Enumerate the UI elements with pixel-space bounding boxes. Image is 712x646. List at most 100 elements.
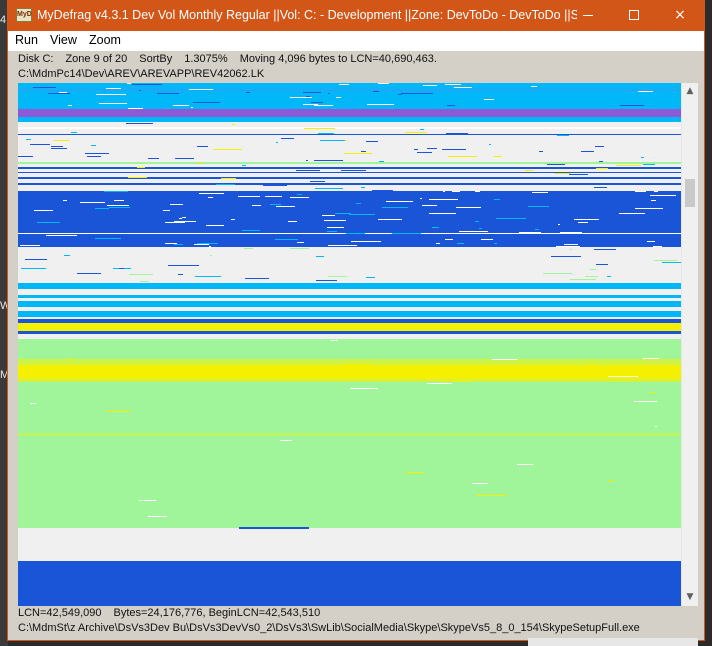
cluster-speckle: [481, 239, 493, 240]
cluster-speckle: [429, 213, 456, 214]
cluster-speckle: [276, 206, 295, 207]
cluster-speckle: [452, 191, 460, 192]
cluster-speckle: [242, 165, 246, 166]
cluster-speckle: [314, 105, 333, 106]
cluster-speckle: [634, 401, 657, 402]
cluster-speckle: [106, 88, 121, 89]
cluster-speckle: [457, 243, 464, 244]
cluster-speckle: [174, 221, 196, 222]
cluster-speckle: [335, 213, 351, 214]
cluster-speckle: [417, 152, 432, 153]
cluster-speckle: [653, 246, 662, 247]
cluster-speckle: [20, 245, 40, 246]
cluster-speckle: [361, 187, 365, 188]
cluster-speckle: [405, 472, 424, 473]
cluster-speckle: [479, 228, 482, 229]
cluster-speckle: [25, 259, 47, 260]
cluster-speckle: [193, 102, 220, 103]
cluster-speckle: [77, 273, 101, 274]
cluster-speckle: [558, 224, 560, 225]
cluster-speckle: [350, 388, 378, 389]
scroll-up-icon[interactable]: ▲: [682, 83, 698, 100]
minimize-button[interactable]: [565, 0, 611, 31]
disk-cluster-map[interactable]: [18, 83, 681, 606]
cluster-speckle: [288, 221, 297, 222]
vertical-scrollbar[interactable]: ▲ ▼: [681, 83, 698, 606]
cluster-speckle: [420, 198, 422, 199]
cluster-speckle: [494, 156, 502, 157]
desktop-glimpse-text: W: [0, 300, 8, 312]
cluster-speckle: [409, 93, 433, 94]
cluster-speckle: [560, 232, 582, 233]
cluster-speckle: [170, 204, 183, 205]
cluster-speckle: [64, 255, 70, 256]
cluster-speckle: [535, 229, 539, 230]
cluster-speckle: [165, 243, 177, 244]
cluster-speckle: [85, 153, 109, 154]
cluster-speckle: [446, 133, 468, 134]
close-button[interactable]: ×: [657, 0, 703, 31]
cluster-band: [18, 177, 681, 179]
cluster-speckle: [645, 177, 674, 178]
cluster-speckle: [596, 168, 608, 169]
cluster-speckle: [594, 249, 616, 250]
cluster-speckle: [127, 83, 131, 84]
cluster-speckle: [80, 202, 105, 203]
cluster-speckle: [18, 156, 33, 157]
cluster-speckle: [578, 222, 588, 223]
cluster-speckle: [165, 222, 185, 223]
cluster-speckle: [641, 157, 644, 158]
cluster-speckle: [378, 83, 389, 84]
cluster-block-yellow: [18, 323, 681, 331]
menu-zoom[interactable]: Zoom: [83, 31, 127, 51]
title-bar[interactable]: MyD MyDefrag v4.3.1 Dev Vol Monthly Regu…: [8, 0, 704, 31]
cluster-speckle: [119, 268, 124, 269]
cluster-speckle: [194, 244, 209, 245]
cluster-speckle: [346, 233, 365, 234]
current-file-path: C:\MdmPc14\Dev\AREV\AREVAPP\REV42062.LK: [18, 68, 265, 80]
cluster-speckle: [276, 142, 278, 143]
bottom-file-path: C:\MdmSt\z Archive\DsVs3Dev Bu\DsVs3DevV…: [18, 622, 640, 634]
cluster-speckle: [414, 149, 418, 150]
cluster-speckle: [210, 255, 212, 256]
cluster-speckle: [51, 148, 67, 149]
cluster-speckle: [492, 359, 517, 360]
cluster-speckle: [189, 89, 213, 90]
scroll-thumb[interactable]: [685, 179, 695, 207]
cluster-speckle: [427, 383, 452, 384]
cluster-speckle: [107, 205, 129, 206]
cluster-speckle: [216, 184, 235, 185]
cluster-speckle: [191, 107, 193, 108]
cluster-speckle: [496, 218, 526, 219]
cluster-speckle: [139, 500, 156, 501]
cluster-speckle: [316, 256, 324, 257]
bytes-info: Bytes=24,176,776, BeginLCN=42,543,510: [113, 607, 321, 619]
cluster-speckle: [367, 104, 394, 105]
menu-run[interactable]: Run: [9, 31, 44, 51]
cluster-speckle: [297, 242, 304, 243]
cluster-speckle: [26, 139, 31, 140]
desktop-background: 4 W M: [0, 0, 8, 646]
cluster-speckle: [547, 164, 565, 165]
app-icon[interactable]: MyD: [16, 8, 32, 22]
cluster-speckle: [392, 233, 421, 234]
cluster-speckle: [290, 248, 309, 249]
cluster-speckle: [557, 135, 569, 136]
taskbar-preview: [528, 638, 698, 646]
cluster-speckle: [195, 373, 222, 374]
menu-view[interactable]: View: [44, 31, 83, 51]
cluster-speckle: [221, 178, 236, 179]
cluster-speckle: [475, 221, 479, 222]
status-area-top: Disk C: Zone 9 of 20 SortBy 1.3075% Moving 4…: [18, 52, 449, 82]
cluster-speckle: [178, 274, 183, 275]
maximize-icon: [629, 10, 639, 20]
cluster-speckle: [489, 144, 491, 145]
cluster-speckle: [148, 516, 167, 517]
cluster-speckle: [322, 215, 335, 216]
cluster-speckle: [427, 148, 437, 149]
cluster-band: [18, 167, 681, 169]
scroll-down-icon[interactable]: ▼: [682, 589, 698, 606]
cluster-speckle: [68, 105, 72, 106]
cluster-speckle: [596, 264, 608, 265]
maximize-button[interactable]: [611, 0, 657, 31]
